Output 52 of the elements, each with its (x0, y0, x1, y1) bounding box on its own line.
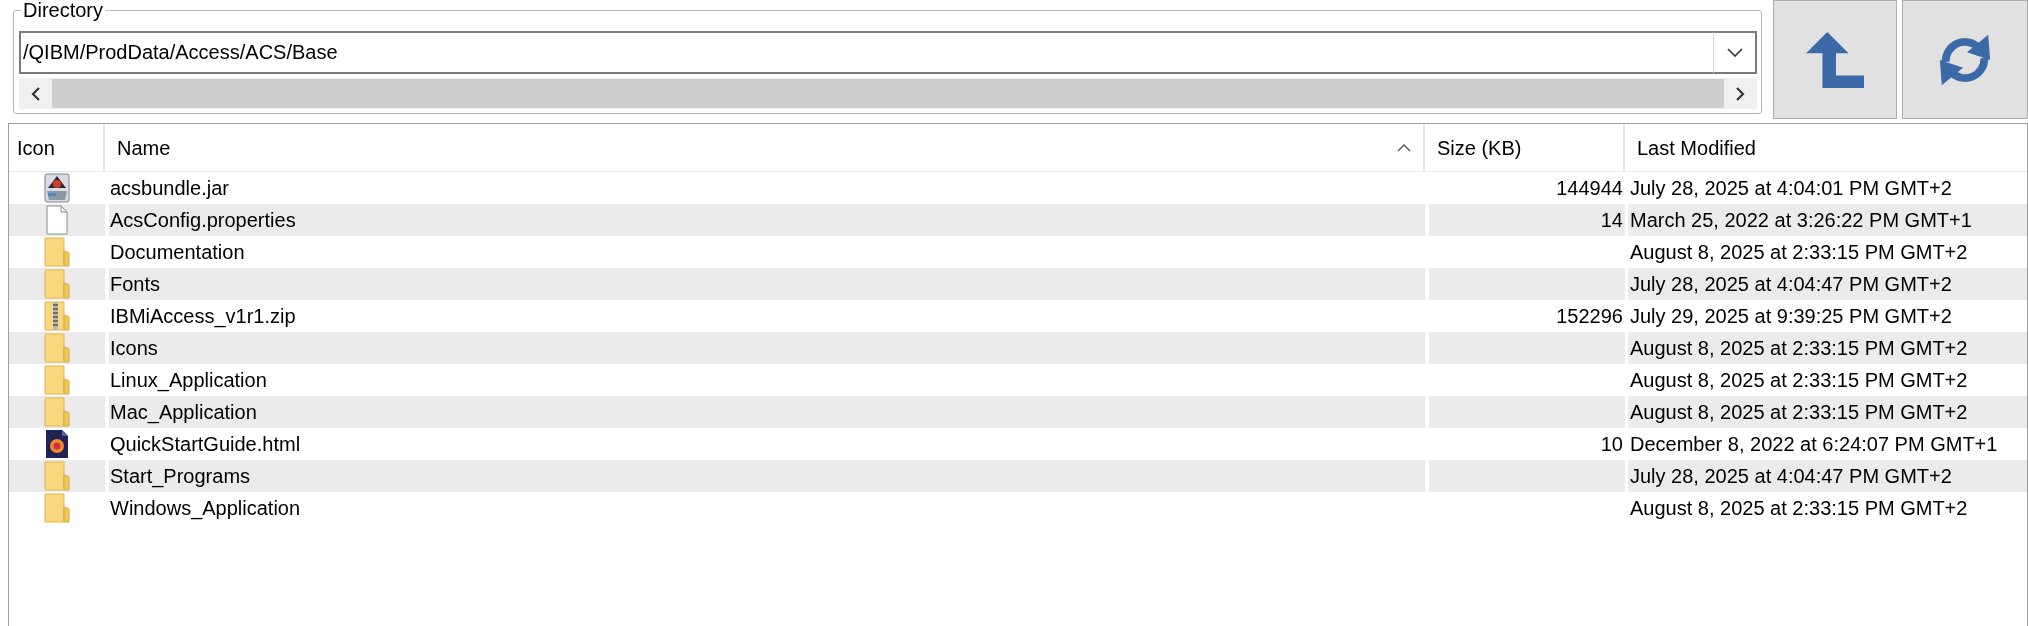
folder-icon (44, 461, 70, 491)
web-page-icon (44, 429, 70, 459)
file-name: Linux_Application (110, 369, 267, 391)
folder-icon (44, 493, 70, 523)
modified-date: July 29, 2025 at 9:39:25 PM GMT+2 (1630, 305, 1952, 327)
modified-date: August 8, 2025 at 2:33:15 PM GMT+2 (1630, 241, 1968, 263)
file-row[interactable]: Start_Programs July 28, 2025 at 4:04:47 PM GMT+2 (9, 460, 2027, 492)
folder-icon (44, 269, 70, 299)
document-icon (44, 205, 70, 235)
group-label: Directory (22, 0, 104, 20)
modified-date: August 8, 2025 at 2:33:15 PM GMT+2 (1630, 401, 1968, 423)
directory-field[interactable]: /QIBM/ProdData/Access/ACS/Base (19, 31, 1713, 74)
file-name: Documentation (110, 241, 245, 263)
dropdown-button[interactable] (1713, 31, 1757, 74)
up-arrow-icon (1806, 30, 1864, 89)
modified-date: July 28, 2025 at 4:04:01 PM GMT+2 (1630, 177, 1952, 199)
file-name: Mac_Application (110, 401, 257, 423)
file-row[interactable]: Windows_Application August 8, 2025 at 2:33:15 PM GMT+2 (9, 492, 2027, 524)
jar-file-icon (44, 173, 70, 203)
modified-date: August 8, 2025 at 2:33:15 PM GMT+2 (1630, 497, 1968, 519)
zip-folder-icon (44, 301, 70, 331)
folder-icon (44, 237, 70, 267)
file-name: Windows_Application (110, 497, 301, 519)
modified-date: August 8, 2025 at 2:33:15 PM GMT+2 (1630, 337, 1968, 359)
modified-date: December 8, 2022 at 6:24:07 PM GMT+1 (1630, 433, 1998, 455)
folder-icon (44, 365, 70, 395)
chevron-down-icon (1726, 48, 1743, 57)
scroll-right-icon[interactable] (1736, 86, 1745, 101)
file-size: 14 (1600, 209, 1623, 231)
modified-date: August 8, 2025 at 2:33:15 PM GMT+2 (1630, 369, 1968, 391)
file-name: Start_Programs (110, 465, 251, 487)
modified-date: March 25, 2022 at 3:26:22 PM GMT+1 (1630, 209, 1972, 231)
file-size: 152296 (1556, 305, 1623, 327)
file-row[interactable]: AcsConfig.properties 14 March 25, 2022 at 3:26:22 PM GMT+1 (9, 204, 2027, 236)
modified-date: July 28, 2025 at 4:04:47 PM GMT+2 (1630, 465, 1952, 487)
file-row[interactable]: Icons August 8, 2025 at 2:33:15 PM GMT+2 (9, 332, 2027, 364)
file-size: 144944 (1556, 177, 1623, 199)
folder-icon (44, 333, 70, 363)
file-size: 10 (1600, 433, 1623, 455)
file-row[interactable]: Mac_Application August 8, 2025 at 2:33:15 PM GMT+2 (9, 396, 2027, 428)
file-name: AcsConfig.properties (110, 209, 296, 231)
modified-date: July 28, 2025 at 4:04:47 PM GMT+2 (1630, 273, 1952, 295)
file-name: IBMiAccess_v1r1.zip (110, 305, 296, 327)
up-folder-button[interactable] (1773, 0, 1897, 119)
file-name: QuickStartGuide.html (110, 433, 301, 455)
refresh-button[interactable] (1902, 0, 2028, 119)
file-name: acsbundle.jar (110, 177, 229, 199)
file-name: Fonts (110, 273, 161, 295)
scroll-left-icon[interactable] (31, 86, 40, 101)
file-name: Icons (110, 337, 158, 359)
folder-icon (44, 397, 70, 427)
file-row[interactable]: Fonts July 28, 2025 at 4:04:47 PM GMT+2 (9, 268, 2027, 300)
